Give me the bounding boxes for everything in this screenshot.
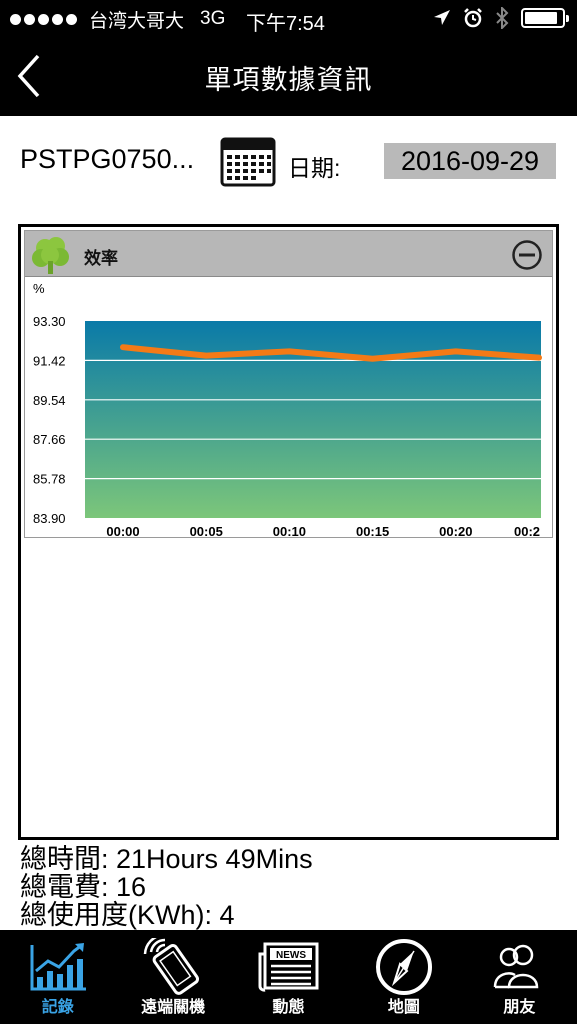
y-axis-label: % xyxy=(33,281,45,296)
chart-record-icon xyxy=(30,943,86,991)
y-tick-label: 85.78 xyxy=(33,472,66,487)
signal-strength-icon xyxy=(10,13,77,25)
efficiency-card: 效率 % 93.30 91.42 89.54 87.66 85.78 83.90 00 xyxy=(24,230,553,538)
tab-news[interactable]: NEWS 動態 xyxy=(231,930,346,1024)
collapse-icon[interactable] xyxy=(511,239,543,271)
tab-friends-label: 朋友 xyxy=(503,999,536,1016)
clock: 下午7:54 xyxy=(246,13,325,35)
card-header: 效率 xyxy=(25,231,552,277)
navigation-bar: 單項數據資訊 xyxy=(0,38,577,116)
device-header: PSTPG0750... 日期: 2016-09-29 xyxy=(0,130,577,200)
total-time-text: 總時間: 21Hours 49Mins xyxy=(20,844,313,874)
x-tick-label: 00:10 xyxy=(273,524,306,537)
card-title: 效率 xyxy=(84,249,118,268)
summary-section: 總時間: 21Hours 49Mins 總電費: 16 總使用度(KWh): 4 xyxy=(20,845,560,929)
tab-record[interactable]: 記錄 xyxy=(0,930,115,1024)
svg-text:NEWS: NEWS xyxy=(276,950,306,961)
y-tick-label: 87.66 xyxy=(33,432,66,447)
tab-news-label: 動態 xyxy=(272,999,305,1016)
status-bar: 台湾大哥大 3G 下午7:54 xyxy=(0,0,577,38)
compass-icon xyxy=(375,939,432,995)
tab-remote-shutdown-label: 遠端關機 xyxy=(141,999,206,1016)
tab-bar: 記錄 遠端關機 NEWS 動態 地圖 朋友 xyxy=(0,930,577,1024)
tab-map-label: 地圖 xyxy=(387,999,420,1016)
efficiency-line-chart: % 93.30 91.42 89.54 87.66 85.78 83.90 00:00 00… xyxy=(33,281,542,537)
remote-phone-icon xyxy=(143,938,200,995)
app-screen: 台湾大哥大 3G 下午7:54 單項數據資訊 PSTPG0750... 日期: … xyxy=(0,0,577,1024)
carrier-name: 台湾大哥大 xyxy=(89,10,185,32)
tree-icon xyxy=(32,237,69,274)
network-type: 3G xyxy=(200,8,226,29)
x-tick-label: 00:20 xyxy=(439,524,472,537)
y-tick-label: 83.90 xyxy=(33,511,66,526)
tab-record-label: 記錄 xyxy=(41,999,74,1016)
tab-map[interactable]: 地圖 xyxy=(346,930,461,1024)
alarm-icon xyxy=(464,8,482,28)
bluetooth-icon xyxy=(496,7,509,29)
y-tick-label: 91.42 xyxy=(33,353,66,368)
page-title: 單項數據資訊 xyxy=(204,65,373,95)
x-tick-label: 00:2 xyxy=(514,524,540,537)
calendar-icon[interactable] xyxy=(220,135,276,187)
total-usage-text: 總使用度(KWh): 4 xyxy=(20,900,235,930)
news-icon: NEWS xyxy=(258,942,319,992)
total-fee-text: 總電費: 16 xyxy=(20,872,147,902)
date-label: 日期: xyxy=(288,155,341,181)
location-arrow-icon xyxy=(434,10,450,25)
chart-panel: 效率 % 93.30 91.42 89.54 87.66 85.78 83.90 00 xyxy=(18,224,559,840)
y-tick-label: 89.54 xyxy=(33,393,66,408)
date-picker-field[interactable]: 2016-09-29 xyxy=(384,143,556,179)
x-tick-label: 00:05 xyxy=(190,524,223,537)
y-tick-label: 93.30 xyxy=(33,314,66,329)
tab-friends[interactable]: 朋友 xyxy=(462,930,577,1024)
device-name: PSTPG0750... xyxy=(20,144,195,174)
tab-remote-shutdown[interactable]: 遠端關機 xyxy=(115,930,230,1024)
battery-icon xyxy=(521,8,569,28)
x-tick-label: 00:00 xyxy=(106,524,139,537)
x-tick-label: 00:15 xyxy=(356,524,389,537)
friends-icon xyxy=(494,944,539,989)
